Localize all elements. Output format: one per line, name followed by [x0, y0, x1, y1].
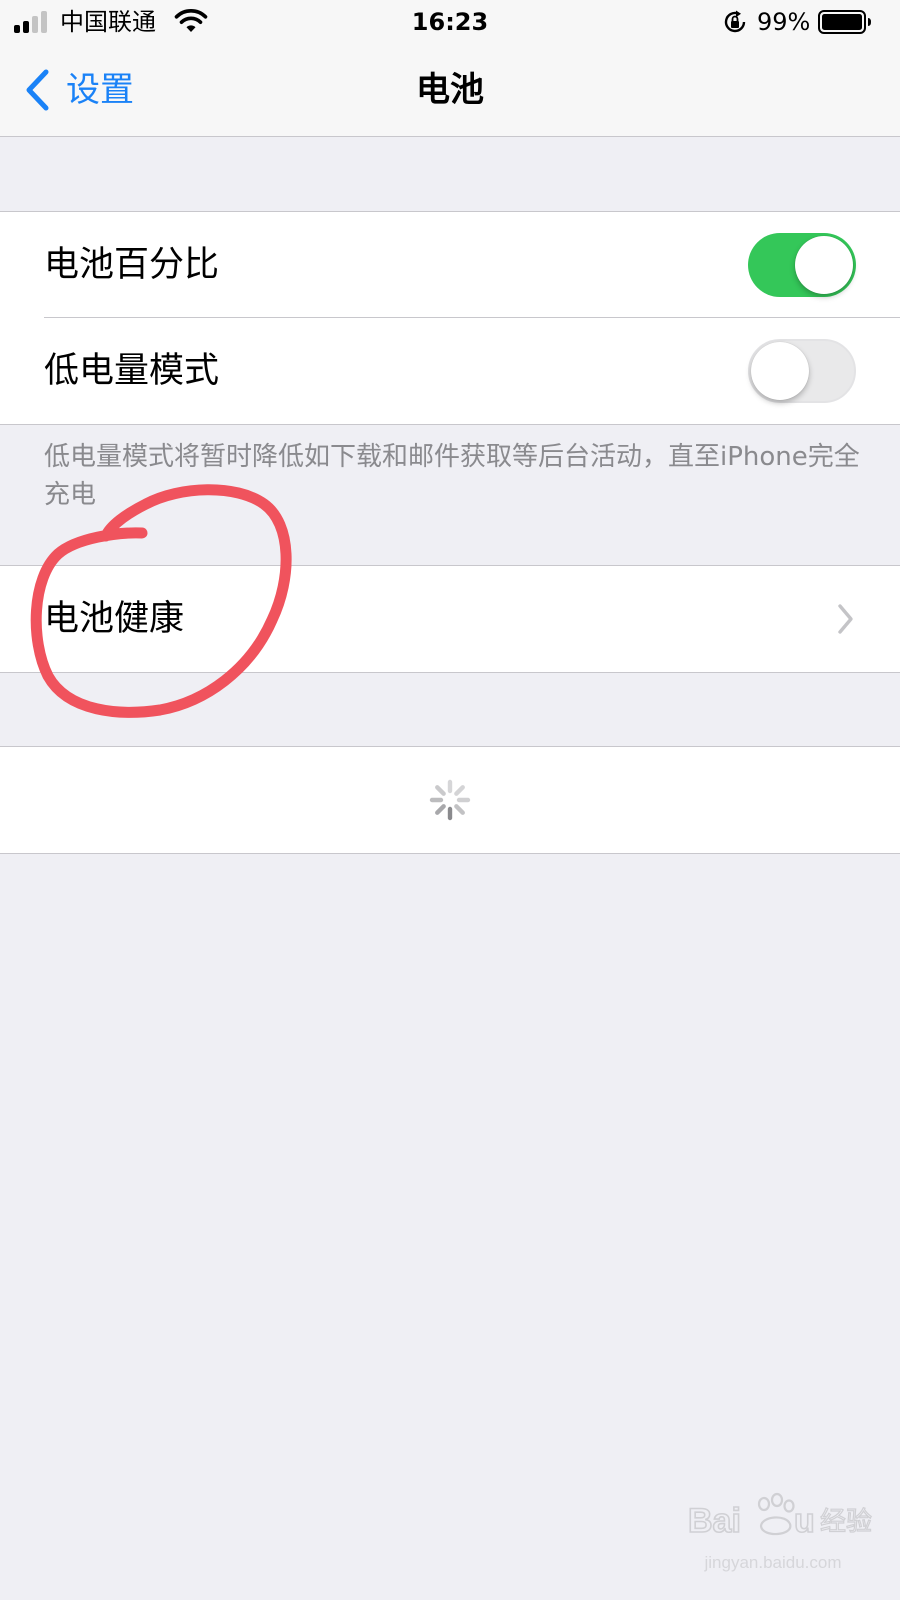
loading-group	[0, 746, 900, 854]
svg-text:u: u	[794, 1502, 815, 1540]
low-power-mode-toggle[interactable]	[748, 339, 856, 403]
toggle-knob	[751, 342, 809, 400]
watermark: Bai u 经验 jingyan.baidu.com	[688, 1490, 878, 1580]
navigation-bar: 设置 电池	[0, 44, 900, 137]
svg-text:Bai: Bai	[688, 1502, 741, 1540]
battery-percentage: 99%	[757, 8, 811, 36]
chevron-right-icon	[838, 604, 853, 634]
battery-health-group: 电池健康	[0, 565, 900, 673]
battery-icon	[818, 10, 871, 34]
status-bar: 中国联通 16:23 99%	[0, 0, 900, 44]
svg-text:经验: 经验	[820, 1507, 872, 1537]
page-title: 电池	[416, 70, 484, 110]
battery-percentage-row: 电池百分比	[0, 212, 900, 318]
loading-row	[0, 747, 900, 853]
battery-health-label: 电池健康	[44, 599, 185, 639]
watermark-url: jingyan.baidu.com	[704, 1553, 842, 1572]
toggle-settings-group: 电池百分比 低电量模式	[0, 211, 900, 425]
battery-percentage-toggle[interactable]	[748, 233, 856, 297]
orientation-lock-icon	[724, 10, 746, 33]
battery-percentage-label: 电池百分比	[44, 245, 220, 285]
spinner-icon	[429, 779, 471, 821]
low-power-mode-label: 低电量模式	[44, 351, 220, 391]
baidu-jingyan-logo: Bai u 经验	[688, 1492, 873, 1541]
toggle-knob	[795, 236, 853, 294]
low-power-mode-footnote: 低电量模式将暂时降低如下载和邮件获取等后台活动，直至iPhone完全充电	[44, 442, 860, 510]
low-power-mode-row: 低电量模式	[0, 318, 900, 424]
battery-health-row[interactable]: 电池健康	[0, 566, 900, 672]
